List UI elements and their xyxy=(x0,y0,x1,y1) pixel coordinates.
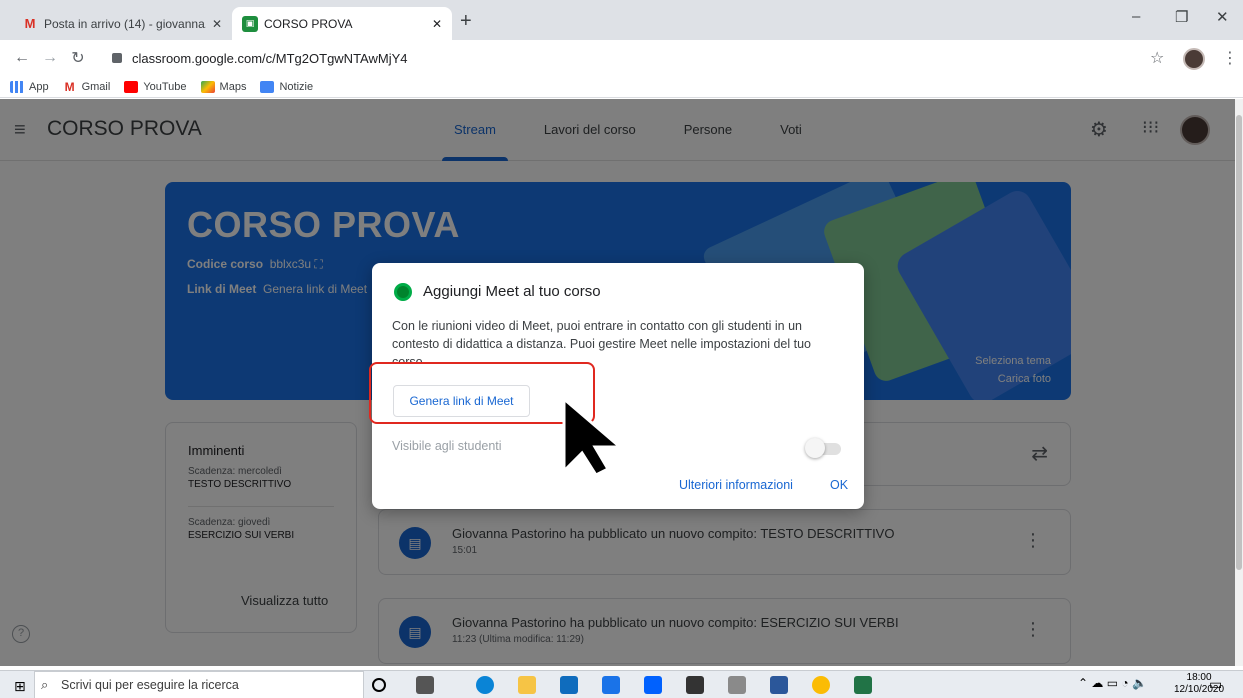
scrollbar-thumb[interactable] xyxy=(1236,115,1242,570)
youtube-icon xyxy=(124,80,139,93)
tab-title: Posta in arrivo (14) - giovanna.pa xyxy=(44,16,206,31)
browser-tab-strip: M Posta in arrivo (14) - giovanna.pa ✕ ▣… xyxy=(0,0,1243,40)
gmail-icon: M xyxy=(62,79,77,94)
news-icon xyxy=(260,80,275,93)
task-view-icon[interactable] xyxy=(416,676,434,694)
chrome-icon[interactable] xyxy=(812,676,830,694)
close-icon[interactable]: ✕ xyxy=(432,17,442,31)
back-icon[interactable]: ← xyxy=(8,49,36,67)
menu-icon[interactable]: ⋮ xyxy=(1222,48,1238,68)
bookmark-app[interactable]: App xyxy=(10,80,49,93)
tab-title: CORSO PROVA xyxy=(264,16,353,31)
restore-icon[interactable]: ❐ xyxy=(1175,8,1188,26)
bookmark-gmail[interactable]: M Gmail xyxy=(62,79,111,94)
windows-start-icon[interactable]: ⊞ xyxy=(14,678,26,695)
lock-icon xyxy=(112,53,122,63)
cortana-icon[interactable] xyxy=(372,678,386,692)
cursor-arrow-icon xyxy=(562,397,625,477)
taskbar-search[interactable]: ⌕ Scrivi qui per eseguire la ricerca xyxy=(34,671,364,698)
dialog-title: Aggiungi Meet al tuo corso xyxy=(423,283,601,300)
apps-grid-icon xyxy=(10,80,24,93)
minimize-icon[interactable]: – xyxy=(1132,8,1140,25)
gmail-icon: M xyxy=(24,16,36,31)
store-icon[interactable] xyxy=(560,676,578,694)
notification-icon[interactable]: ▭ xyxy=(1209,676,1222,693)
url-field[interactable]: classroom.google.com/c/MTg2OTgwNTAwMjY4 xyxy=(112,46,408,70)
search-icon: ⌕ xyxy=(41,677,49,692)
ok-button[interactable]: OK xyxy=(830,478,848,492)
bookmarks-bar: App M Gmail YouTube Maps Notizie xyxy=(0,76,1243,98)
excel-icon[interactable] xyxy=(854,676,872,694)
url-text: classroom.google.com/c/MTg2OTgwNTAwMjY4 xyxy=(132,50,408,66)
more-info-link[interactable]: Ulteriori informazioni xyxy=(679,478,793,492)
window-close-icon[interactable]: ✕ xyxy=(1216,8,1229,26)
profile-avatar[interactable] xyxy=(1183,48,1205,70)
edge-icon[interactable] xyxy=(476,676,494,694)
star-icon[interactable]: ☆ xyxy=(1150,48,1164,68)
classroom-icon: ▣ xyxy=(242,15,258,32)
forward-icon[interactable]: → xyxy=(36,49,64,67)
bookmark-youtube[interactable]: YouTube xyxy=(124,80,187,93)
word-icon[interactable] xyxy=(770,676,788,694)
tab-classroom[interactable]: ▣ CORSO PROVA ✕ xyxy=(232,7,452,40)
bookmark-notizie[interactable]: Notizie xyxy=(260,80,314,93)
dialog-body: Con le riunioni video di Meet, puoi entr… xyxy=(392,319,811,363)
dropbox-icon[interactable] xyxy=(644,676,662,694)
close-icon[interactable]: ✕ xyxy=(212,17,222,31)
taskbar: ⊞ ⌕ Scrivi qui per eseguire la ricerca ⌃… xyxy=(0,670,1243,698)
bookmark-label: Notizie xyxy=(279,80,314,93)
address-bar: ← → ↻ classroom.google.com/c/MTg2OTgwNTA… xyxy=(0,40,1243,76)
screen: M Posta in arrivo (14) - giovanna.pa ✕ ▣… xyxy=(0,0,1243,698)
bookmark-label: Maps xyxy=(219,80,247,93)
bookmark-maps[interactable]: Maps xyxy=(200,80,247,93)
app-icon[interactable] xyxy=(686,676,704,694)
search-placeholder: Scrivi qui per eseguire la ricerca xyxy=(61,678,239,692)
tab-gmail[interactable]: M Posta in arrivo (14) - giovanna.pa ✕ xyxy=(12,7,232,40)
maps-icon xyxy=(200,80,215,93)
visible-to-students-label: Visibile agli studenti xyxy=(392,439,502,453)
paint-icon[interactable] xyxy=(728,676,746,694)
file-explorer-icon[interactable] xyxy=(518,676,536,694)
new-tab-button[interactable]: + xyxy=(460,10,472,33)
bookmark-label: YouTube xyxy=(143,80,187,93)
bookmark-label: Gmail xyxy=(81,80,111,93)
visible-toggle-knob[interactable] xyxy=(805,438,825,458)
meet-icon xyxy=(394,283,412,301)
reload-icon[interactable]: ↻ xyxy=(64,48,92,68)
mail-icon[interactable] xyxy=(602,676,620,694)
system-tray-icons[interactable]: ⌃ ☁ ▭ ◔ 🔈 xyxy=(1078,676,1147,690)
bookmark-label: App xyxy=(29,80,49,93)
